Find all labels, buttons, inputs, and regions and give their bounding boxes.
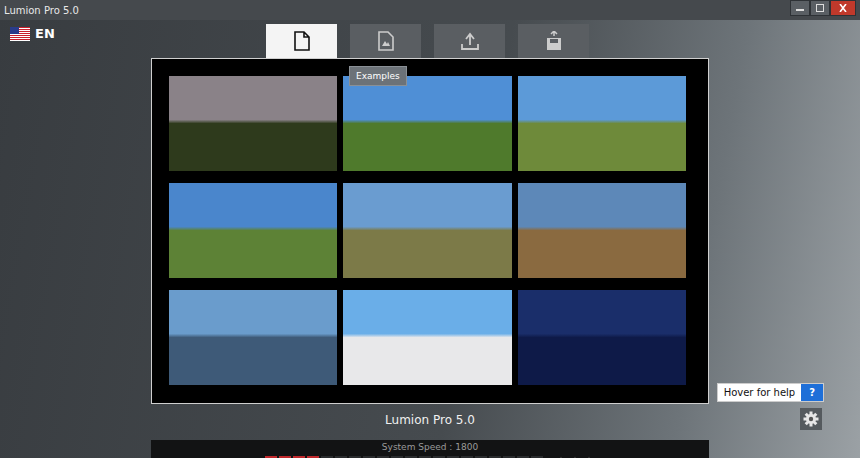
scene-thumbnail[interactable] — [518, 183, 686, 278]
meter-segment — [349, 456, 361, 458]
tab[interactable] — [434, 24, 505, 58]
scene-thumbnail[interactable] — [343, 183, 511, 278]
tab[interactable] — [350, 24, 421, 58]
system-speed-label: System Speed : 1800 — [382, 442, 478, 453]
minimize-icon — [795, 4, 805, 12]
us-flag-icon — [10, 27, 30, 41]
star-icon — [569, 456, 581, 458]
example-page-icon — [377, 31, 395, 51]
meter-segment — [447, 456, 459, 458]
help-box: Hover for help ? — [717, 383, 824, 402]
maximize-icon — [815, 4, 825, 12]
language-selector[interactable]: EN — [10, 26, 55, 41]
speed-meter — [265, 456, 543, 458]
meter-segment — [531, 456, 543, 458]
meter-segment — [433, 456, 445, 458]
meter-segment — [475, 456, 487, 458]
save-icon — [545, 31, 563, 51]
scene-thumbnail[interactable] — [518, 76, 686, 171]
meter-segment — [405, 456, 417, 458]
minimize-button[interactable] — [790, 0, 810, 16]
scene-thumbnail[interactable] — [343, 290, 511, 385]
meter-segment — [321, 456, 333, 458]
meter-segment — [335, 456, 347, 458]
meter-segment — [503, 456, 515, 458]
system-speed-bar: System Speed : 1800 — [151, 440, 709, 458]
meter-segment — [489, 456, 501, 458]
scene-thumbnail[interactable] — [169, 290, 337, 385]
maximize-button[interactable] — [810, 0, 830, 16]
star-icon — [583, 456, 595, 458]
gear-icon — [803, 411, 819, 427]
scene-thumbnail[interactable] — [343, 76, 511, 171]
meter-segment — [419, 456, 431, 458]
scene-thumbnail[interactable] — [518, 290, 686, 385]
help-button[interactable]: ? — [801, 384, 823, 401]
tab-bar — [151, 24, 709, 58]
import-icon — [460, 31, 480, 51]
close-icon — [838, 4, 848, 12]
lumion-window: Lumion Pro 5.0 EN Examples Lumion Pro 5.… — [0, 0, 860, 458]
meter-segment — [391, 456, 403, 458]
star-rating — [555, 456, 595, 458]
meter-segment — [307, 456, 319, 458]
help-text: Hover for help — [718, 384, 802, 401]
tab[interactable] — [518, 24, 589, 58]
meter-segment — [377, 456, 389, 458]
meter-segment — [517, 456, 529, 458]
scene-thumbnail[interactable] — [169, 183, 337, 278]
window-title: Lumion Pro 5.0 — [4, 5, 79, 16]
product-label: Lumion Pro 5.0 — [151, 404, 709, 427]
tooltip: Examples — [349, 66, 407, 86]
meter-segment — [279, 456, 291, 458]
star-icon — [555, 456, 567, 458]
close-button[interactable] — [830, 0, 856, 16]
language-code: EN — [35, 26, 55, 41]
title-bar: Lumion Pro 5.0 — [0, 0, 860, 20]
meter-segment — [293, 456, 305, 458]
meter-segment — [363, 456, 375, 458]
scene-panel — [151, 58, 709, 404]
meter-segment — [461, 456, 473, 458]
settings-button[interactable] — [800, 408, 822, 430]
meter-segment — [265, 456, 277, 458]
new-page-icon — [293, 31, 311, 51]
window-controls — [790, 0, 856, 16]
tab[interactable] — [266, 24, 337, 58]
scene-thumbnail[interactable] — [169, 76, 337, 171]
